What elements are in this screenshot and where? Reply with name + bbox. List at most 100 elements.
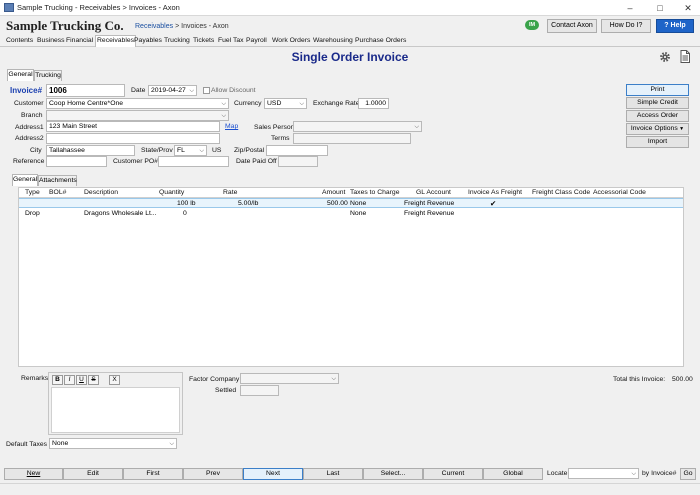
menu-trucking[interactable]: Trucking <box>164 37 190 44</box>
underline-button[interactable]: U <box>76 375 87 385</box>
reference-label: Reference <box>13 158 45 165</box>
current-button[interactable]: Current <box>423 468 483 480</box>
checkmark-icon[interactable]: ✔ <box>490 199 496 209</box>
breadcrumb-receivables[interactable]: Receivables <box>135 23 173 30</box>
chevron-down-icon: ⌵ <box>199 148 204 154</box>
menu-fuel-tax[interactable]: Fuel Tax <box>218 37 244 44</box>
strikethrough-button[interactable]: S <box>88 375 99 385</box>
contact-axon-button[interactable]: Contact Axon <box>547 19 597 33</box>
close-button[interactable]: ✕ <box>674 0 700 16</box>
invoice-number-field[interactable]: 1006 <box>46 84 125 97</box>
remarks-editor: B I U S X <box>48 372 183 435</box>
menu-financial[interactable]: Financial <box>66 37 93 44</box>
address1-field[interactable]: 123 Main Street <box>46 121 220 132</box>
chevron-down-icon: ⌵ <box>169 441 174 447</box>
sales-person-select[interactable]: ⌵ <box>293 121 422 132</box>
date-paid-off-field[interactable] <box>278 156 318 167</box>
clear-format-button[interactable]: X <box>109 375 120 385</box>
customer-select[interactable]: Coop Home Centre*One ⌵ <box>46 98 229 109</box>
window-title-bar: Sample Trucking - Receivables > Invoices… <box>0 0 700 16</box>
next-button[interactable]: Next <box>243 468 303 480</box>
cell-taxes: None <box>350 200 367 207</box>
address1-label: Address1 <box>15 124 44 131</box>
locate-label: Locate <box>547 470 568 477</box>
new-button[interactable]: New <box>4 468 63 480</box>
zip-field[interactable] <box>266 145 328 156</box>
chevron-down-icon: ⌵ <box>221 113 226 119</box>
import-button[interactable]: Import <box>626 136 689 148</box>
remarks-textarea[interactable] <box>51 387 180 433</box>
gear-icon[interactable] <box>659 51 671 63</box>
menu-contents[interactable]: Contents <box>6 37 33 44</box>
by-invoice-label: by Invoice# <box>642 470 677 477</box>
chevron-down-icon: ▼ <box>677 126 685 132</box>
terms-field[interactable] <box>293 133 411 144</box>
how-do-i-button[interactable]: How Do I? <box>601 19 651 33</box>
breadcrumb-separator: > <box>173 23 182 30</box>
chevron-down-icon: ⌵ <box>299 101 304 107</box>
cell-gl-account: Freight Revenue <box>404 210 455 217</box>
menu-warehousing[interactable]: Warehousing <box>313 37 353 44</box>
help-button[interactable]: ? Help <box>656 19 694 33</box>
status-bar <box>0 483 700 495</box>
go-button[interactable]: Go <box>680 468 696 480</box>
prev-button[interactable]: Prev <box>183 468 243 480</box>
menu-payables[interactable]: Payables <box>134 37 162 44</box>
module-menu-bar: Contents Business Financial Receivables … <box>0 35 700 47</box>
bold-button[interactable]: B <box>52 375 63 385</box>
currency-select[interactable]: USD ⌵ <box>264 98 307 109</box>
table-row[interactable]: 100 lb 5.00/lb 500.00 None Freight Reven… <box>19 198 683 208</box>
edit-button[interactable]: Edit <box>63 468 123 480</box>
settled-field[interactable] <box>240 385 279 396</box>
tab-trucking[interactable]: Trucking <box>34 70 62 81</box>
table-row[interactable]: Drop Dragons Wholesale Lt... 0 None Frei… <box>19 209 683 219</box>
italic-button[interactable]: I <box>64 375 75 385</box>
date-field[interactable]: 2019-04-27 ⌵ <box>148 85 197 96</box>
state-select[interactable]: FL ⌵ <box>174 145 207 156</box>
branch-select[interactable]: ⌵ <box>46 110 229 121</box>
city-field[interactable]: Tallahassee <box>46 145 135 156</box>
state-value: FL <box>177 147 185 154</box>
maximize-button[interactable]: □ <box>646 0 674 16</box>
first-button[interactable]: First <box>123 468 183 480</box>
factor-company-select[interactable]: ⌵ <box>240 373 339 384</box>
menu-payroll[interactable]: Payroll <box>246 37 267 44</box>
print-button[interactable]: Print <box>626 84 689 96</box>
cell-rate: 5.00/lb <box>238 200 259 207</box>
exchange-rate-label: Exchange Rate <box>313 100 360 107</box>
document-icon[interactable] <box>680 50 690 63</box>
exchange-rate-field[interactable]: 1.0000 <box>358 98 389 109</box>
locate-field[interactable]: ⌵ <box>568 468 639 479</box>
reference-field[interactable] <box>46 156 107 167</box>
simple-credit-button[interactable]: Simple Credit <box>626 97 689 109</box>
page-title: Single Order Invoice <box>291 50 409 64</box>
tab-general[interactable]: General <box>7 69 34 81</box>
access-order-button[interactable]: Access Order <box>626 110 689 122</box>
customer-po-field[interactable] <box>158 156 229 167</box>
factor-company-label: Factor Company <box>189 376 240 383</box>
menu-business[interactable]: Business <box>37 37 65 44</box>
state-label: State/Prov <box>141 147 173 154</box>
menu-purchase-orders[interactable]: Purchase Orders <box>355 37 406 44</box>
last-button[interactable]: Last <box>303 468 363 480</box>
select-button[interactable]: Select... <box>363 468 423 480</box>
invoice-options-button[interactable]: Invoice Options ▼ <box>626 123 689 135</box>
inner-tab-general[interactable]: General <box>12 174 38 186</box>
chevron-down-icon: ⌵ <box>414 124 419 130</box>
address2-field[interactable] <box>46 133 220 144</box>
menu-work-orders[interactable]: Work Orders <box>272 37 310 44</box>
menu-receivables[interactable]: Receivables <box>95 35 137 47</box>
allow-discount-checkbox[interactable] <box>203 87 210 94</box>
menu-tickets[interactable]: Tickets <box>193 37 214 44</box>
total-invoice-label: Total this Invoice: <box>613 376 666 383</box>
customer-label: Customer <box>14 100 44 107</box>
invoice-options-label: Invoice Options <box>630 125 678 132</box>
address2-label: Address2 <box>15 135 44 142</box>
minimize-button[interactable]: – <box>616 0 644 16</box>
instant-message-icon[interactable]: IM <box>525 20 539 30</box>
global-button[interactable]: Global <box>483 468 543 480</box>
map-link[interactable]: Map <box>225 123 238 130</box>
default-taxes-select[interactable]: None ⌵ <box>49 438 177 449</box>
inner-tab-attachments[interactable]: Attachments <box>38 175 77 186</box>
invoice-number-label: Invoice# <box>10 86 43 95</box>
